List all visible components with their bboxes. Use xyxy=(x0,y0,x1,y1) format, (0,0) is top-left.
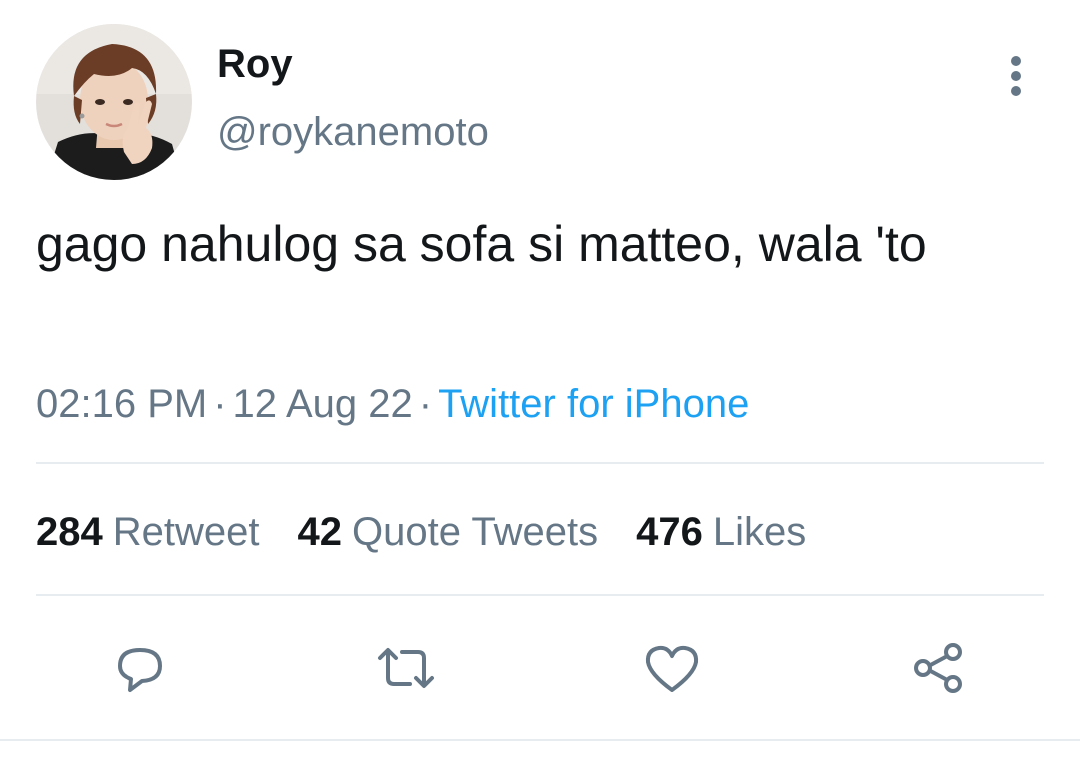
retweet-count-number: 284 xyxy=(36,510,103,554)
tweet-time: 02:16 PM xyxy=(36,382,208,426)
reply-button[interactable] xyxy=(108,636,172,700)
comment-icon xyxy=(118,648,162,692)
share-icon xyxy=(914,643,962,693)
divider xyxy=(36,462,1044,464)
quote-count-label: Quote Tweets xyxy=(352,510,599,554)
retweet-count-label: Retweet xyxy=(112,510,260,554)
share-button[interactable] xyxy=(906,636,970,700)
divider xyxy=(0,739,1080,741)
quote-tweet-count[interactable]: 42 Quote Tweets xyxy=(298,508,599,556)
tweet-stats: 284 Retweet 42 Quote Tweets 476 Likes xyxy=(36,508,844,556)
quote-count-number: 42 xyxy=(297,510,343,554)
retweet-count[interactable]: 284 Retweet xyxy=(36,508,260,556)
tweet-text: gago nahulog sa sofa si matteo, wala 'to xyxy=(36,216,927,272)
username-handle[interactable]: @roykanemoto xyxy=(217,108,489,156)
like-button[interactable] xyxy=(640,636,704,700)
like-count[interactable]: 476 Likes xyxy=(636,508,806,556)
heart-icon xyxy=(645,645,699,692)
avatar[interactable] xyxy=(36,24,192,180)
display-name[interactable]: Roy xyxy=(217,40,293,88)
more-options-button[interactable] xyxy=(996,52,1036,100)
tweet-meta: 02:16 PM · 12 Aug 22 · Twitter for iPhone xyxy=(36,380,749,428)
retweet-icon xyxy=(378,648,434,688)
like-count-label: Likes xyxy=(712,510,807,554)
meta-separator: · xyxy=(418,382,433,426)
divider xyxy=(36,594,1044,596)
profile-photo xyxy=(36,24,192,180)
retweet-button[interactable] xyxy=(374,636,438,700)
more-vertical-icon xyxy=(1011,56,1021,96)
like-count-number: 476 xyxy=(636,510,703,554)
meta-separator: · xyxy=(213,382,227,426)
tweet-date: 12 Aug 22 xyxy=(232,382,413,426)
tweet-source-link[interactable]: Twitter for iPhone xyxy=(438,382,749,426)
